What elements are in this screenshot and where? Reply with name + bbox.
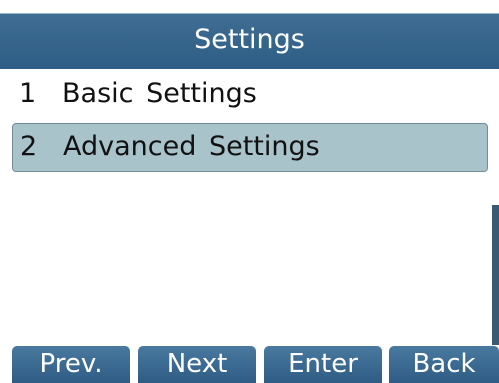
menu-item-index: 2	[20, 131, 38, 162]
menu-item-index: 1	[19, 78, 37, 109]
scrollbar[interactable]	[492, 205, 499, 345]
screen-title: Settings	[194, 24, 305, 55]
prev-softkey[interactable]: Prev.	[12, 346, 130, 383]
title-bar: Settings	[0, 0, 499, 69]
enter-softkey[interactable]: Enter	[264, 346, 382, 383]
menu-item-label: Advanced Settings	[63, 131, 320, 162]
next-softkey[interactable]: Next	[138, 346, 256, 383]
menu-item-label: Basic Settings	[62, 78, 257, 109]
back-softkey[interactable]: Back	[389, 346, 499, 383]
menu-item-advanced-settings[interactable]: 2 Advanced Settings	[12, 123, 488, 172]
menu-item-basic-settings[interactable]: 1 Basic Settings	[12, 71, 488, 120]
